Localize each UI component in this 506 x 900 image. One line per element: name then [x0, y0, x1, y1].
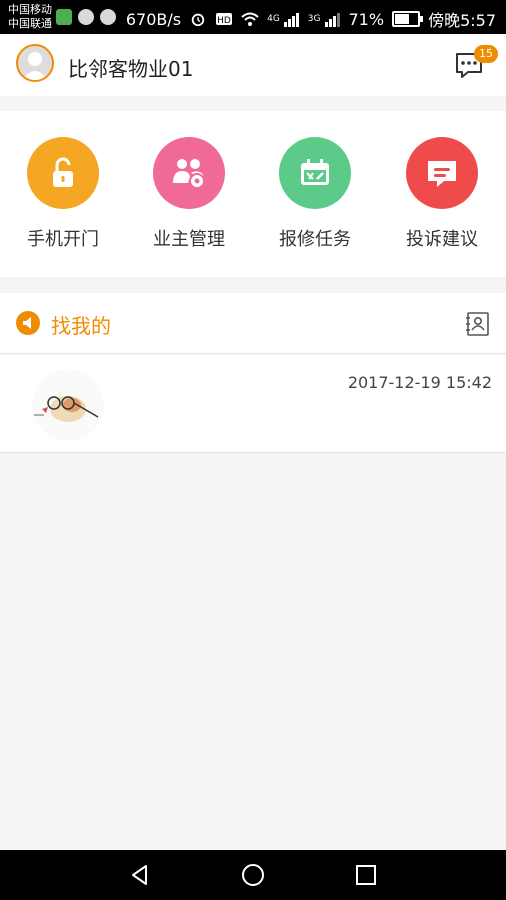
clock: 傍晚5:57	[428, 11, 496, 30]
message-count-badge: 15	[474, 45, 498, 63]
alarm-icon	[191, 13, 205, 27]
network-3g-label: 3G	[307, 14, 321, 24]
chat-notification-icon	[78, 9, 94, 25]
unlock-icon	[53, 157, 73, 187]
app2-notification-icon	[100, 9, 116, 25]
app-notification-icon	[56, 9, 72, 25]
menu-icon-circle	[279, 137, 351, 209]
menu-item-repair-tasks[interactable]: 报修任务	[252, 137, 378, 257]
network-4g-label: 4G	[267, 14, 280, 24]
carrier-info: 中国移动 中国联通	[8, 3, 52, 31]
list-item[interactable]: 2017-12-19 15:42	[0, 355, 506, 453]
message-timestamp: 2017-12-19 15:42	[347, 373, 492, 392]
back-icon[interactable]	[128, 863, 152, 887]
menu-icon-circle	[153, 137, 225, 209]
svg-text:HD: HD	[217, 16, 231, 26]
carrier-1: 中国移动	[8, 3, 52, 16]
avatar[interactable]	[16, 44, 54, 82]
menu-label: 投诉建议	[406, 229, 478, 250]
signal-icon-2	[324, 13, 340, 27]
menu-item-complaints[interactable]: 投诉建议	[379, 137, 505, 257]
bird-thumbnail-icon	[32, 369, 104, 441]
megaphone-icon	[16, 311, 40, 335]
section-header: 找我的	[0, 293, 506, 354]
menu-label: 手机开门	[27, 229, 99, 250]
carrier-2: 中国联通	[8, 17, 52, 30]
top-header: 比邻客物业01 15	[0, 34, 506, 96]
menu-item-open-door[interactable]: 手机开门	[0, 137, 126, 257]
users-gear-icon	[173, 159, 205, 189]
home-icon[interactable]	[241, 863, 265, 887]
system-nav-bar	[0, 850, 506, 900]
notification-icons	[56, 9, 116, 25]
status-right: 670B/s HD 4G 3G 71% 傍晚5:57	[126, 7, 496, 31]
message-icon	[428, 161, 456, 187]
menu-label: 业主管理	[153, 229, 225, 250]
section-title: 找我的	[51, 314, 111, 338]
recents-icon[interactable]	[354, 863, 378, 887]
hd-icon: HD	[216, 13, 233, 26]
battery-icon	[392, 11, 424, 27]
wifi-icon	[241, 12, 259, 26]
menu-item-owner-management[interactable]: 业主管理	[126, 137, 252, 257]
battery-percent: 71%	[348, 9, 385, 29]
battery-fill	[395, 14, 410, 24]
page-title: 比邻客物业01	[68, 57, 194, 81]
menu-label: 报修任务	[279, 229, 351, 250]
status-bar: 中国移动 中国联通 670B/s HD 4G 3G 71% 傍晚5:57	[0, 0, 506, 34]
signal-icon-1	[283, 13, 299, 27]
user-icon	[22, 52, 48, 80]
calendar-tools-icon	[301, 159, 329, 185]
network-speed: 670B/s	[125, 9, 182, 29]
contacts-icon[interactable]	[464, 311, 490, 337]
menu-icon-circle	[27, 137, 99, 209]
function-grid: 手机开门 业主管理 报修任务 投诉建议	[0, 111, 506, 277]
menu-icon-circle	[406, 137, 478, 209]
